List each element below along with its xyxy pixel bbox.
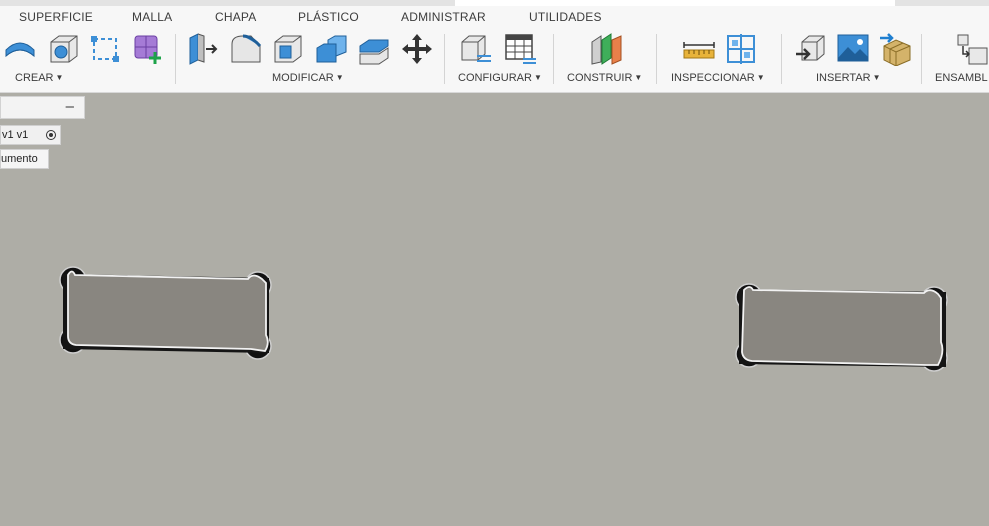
group-ensamblar-label: ENSAMBL	[935, 72, 988, 84]
group-modificar-label: MODIFICAR	[272, 72, 334, 84]
ribbon-toolbar: CREAR ▼ MODIFICAR ▼ CONFIGURAR ▼ CONSTRUIR ▼…	[0, 30, 989, 93]
parameters-icon[interactable]	[459, 32, 493, 66]
pocket-left[interactable]	[59, 266, 272, 360]
construction-plane-icon[interactable]	[589, 32, 623, 66]
group-configurar-menu[interactable]: CONFIGURAR ▼	[458, 72, 542, 84]
assemble-joint-icon[interactable]	[955, 32, 989, 66]
create-form-icon[interactable]	[3, 32, 37, 66]
group-divider	[175, 34, 176, 84]
chevron-down-icon: ▼	[335, 73, 344, 82]
sketch-rectangle-icon[interactable]	[88, 32, 122, 66]
chevron-down-icon: ▼	[55, 73, 64, 82]
chevron-down-icon: ▼	[872, 73, 881, 82]
group-insertar-label: INSERTAR	[816, 72, 871, 84]
box-solid-icon[interactable]	[47, 32, 81, 66]
group-modificar-menu[interactable]: MODIFICAR ▼	[272, 72, 344, 84]
section-analysis-icon[interactable]	[724, 32, 758, 66]
group-divider	[656, 34, 657, 84]
group-inspeccionar-label: INSPECCIONAR	[671, 72, 755, 84]
tab-superficie[interactable]: SUPERFICIE	[19, 10, 93, 24]
tab-utilidades[interactable]: UTILIDADES	[529, 10, 602, 24]
group-configurar-label: CONFIGURAR	[458, 72, 532, 84]
insert-mesh-icon[interactable]	[878, 32, 912, 66]
tab-plastico[interactable]: PLÁSTICO	[298, 10, 359, 24]
group-inspeccionar-menu[interactable]: INSPECCIONAR ▼	[671, 72, 765, 84]
group-construir-menu[interactable]: CONSTRUIR ▼	[567, 72, 642, 84]
chevron-down-icon: ▼	[634, 73, 643, 82]
group-divider	[444, 34, 445, 84]
group-crear-label: CREAR	[15, 72, 54, 84]
tab-administrar[interactable]: ADMINISTRAR	[401, 10, 486, 24]
group-insertar-menu[interactable]: INSERTAR ▼	[816, 72, 881, 84]
offset-face-icon[interactable]	[357, 32, 391, 66]
group-divider	[921, 34, 922, 84]
ribbon-tabs: SUPERFICIE MALLA CHAPA PLÁSTICO ADMINIST…	[0, 6, 989, 30]
chevron-down-icon: ▼	[533, 73, 542, 82]
chevron-down-icon: ▼	[756, 73, 765, 82]
fillet-icon[interactable]	[229, 32, 263, 66]
insert-derive-icon[interactable]	[794, 32, 828, 66]
configuration-table-icon[interactable]	[503, 32, 537, 66]
tab-chapa[interactable]: CHAPA	[215, 10, 256, 24]
tab-malla[interactable]: MALLA	[132, 10, 172, 24]
group-ensamblar-menu[interactable]: ENSAMBL	[935, 72, 988, 84]
group-divider	[553, 34, 554, 84]
combine-icon[interactable]	[314, 32, 348, 66]
group-crear-menu[interactable]: CREAR ▼	[15, 72, 63, 84]
measure-ruler-icon[interactable]	[682, 32, 716, 66]
group-construir-label: CONSTRUIR	[567, 72, 633, 84]
pocket-right[interactable]	[735, 283, 948, 372]
group-divider	[781, 34, 782, 84]
insert-image-icon[interactable]	[836, 32, 870, 66]
canvas-viewport[interactable]	[0, 92, 989, 526]
press-pull-icon[interactable]	[186, 32, 220, 66]
move-arrows-icon[interactable]	[400, 32, 434, 66]
create-component-icon[interactable]	[131, 32, 165, 66]
shell-icon[interactable]	[271, 32, 305, 66]
